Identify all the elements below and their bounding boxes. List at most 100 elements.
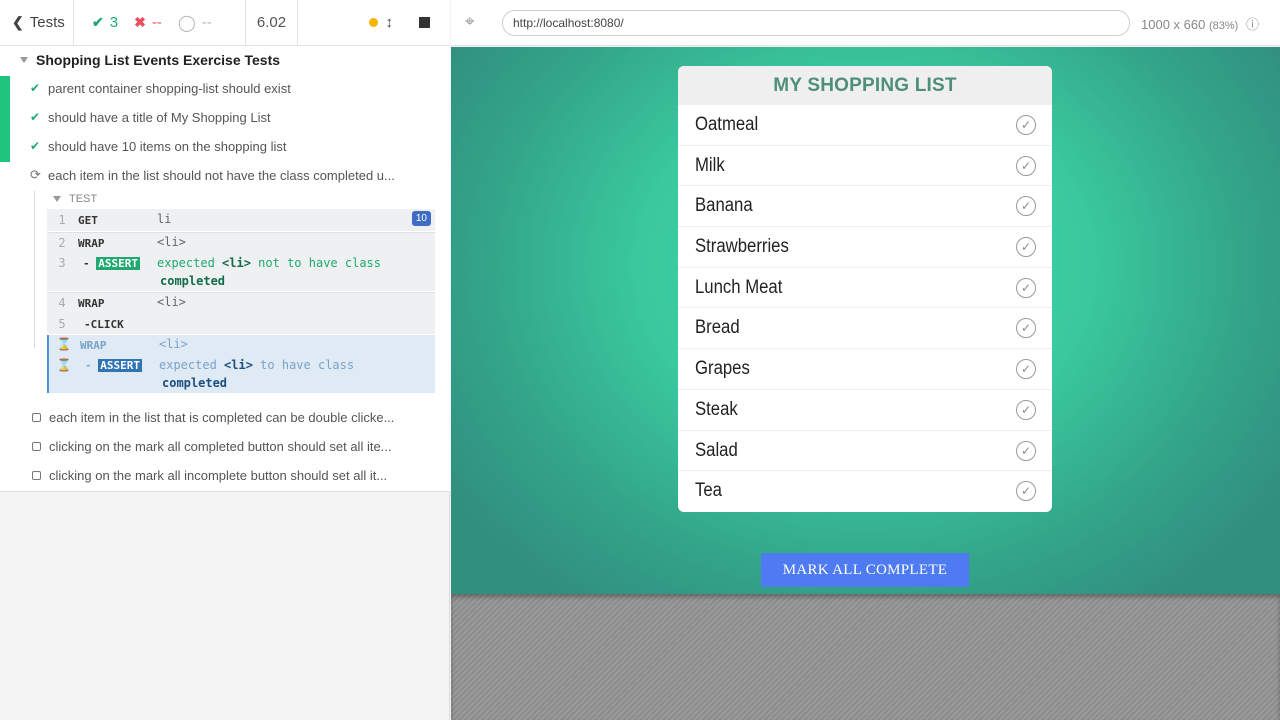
command-row[interactable]: ⌛ - ASSERT expected <li> to have class c… [49,355,435,393]
checkbox-icon [32,470,41,480]
suite-panel: Shopping List Events Exercise Tests ✔ pa… [0,46,450,492]
item-label: Strawberries [695,236,789,258]
check-circle-icon[interactable]: ✓ [1016,237,1036,258]
list-item[interactable]: Tea ✓ [678,471,1052,512]
zoom-level: (83%) [1208,20,1239,32]
list-item[interactable]: Milk ✓ [678,146,1052,187]
app-preview: MY SHOPPING LIST Oatmeal ✓ Milk ✓ Banana… [451,47,1280,594]
command-row[interactable]: ⌛ WRAP <li> [49,335,435,355]
check-circle-icon[interactable]: ✓ [1016,277,1036,298]
command-group: 2 WRAP <li> 3 - ASSERT expected <li> not… [47,232,435,291]
command-number: 1 [58,213,66,227]
check-circle-icon[interactable]: ✓ [1016,440,1036,461]
list-item[interactable]: Salad ✓ [678,431,1052,472]
command-log: TEST 1 GET li 10 2 WRAP <li> 3 - ASSERT … [34,191,435,393]
selector-playground-icon[interactable]: ⌖ [465,13,483,31]
list-item[interactable]: Strawberries ✓ [678,227,1052,268]
check-icon: ✔ [30,81,41,95]
command-row[interactable]: 4 WRAP <li> [47,293,435,314]
item-label: Salad [695,439,738,461]
item-label: Banana [695,195,753,217]
check-circle-icon[interactable]: ✓ [1016,196,1036,217]
mark-all-complete-button[interactable]: MARK ALL COMPLETE [761,553,969,587]
failed-stat: ✖ -- [134,14,162,31]
command-group: 4 WRAP <li> 5 -CLICK [47,292,435,334]
item-label: Milk [695,154,725,176]
caret-down-icon [20,57,28,63]
test-item[interactable]: clicking on the mark all incomplete butt… [30,464,387,486]
check-icon: ✔ [92,14,104,30]
check-circle-icon[interactable]: ✓ [1016,399,1036,420]
scroll-toggle-icon[interactable]: ↕ [386,14,394,31]
test-label: parent container shopping-list should ex… [48,80,291,96]
checkbox-icon [32,412,41,422]
circle-icon: ◯ [177,14,196,32]
viewport-size: 1000 x 660 (83%) ⓘ [1141,17,1259,32]
reporter-header: ❮ Tests ✔ 3 ✖ -- ◯ -- 6.02 ↕ [0,0,450,46]
command-row[interactable]: 2 WRAP <li> [47,233,435,253]
item-label: Bread [695,317,740,339]
list-item[interactable]: Banana ✓ [678,186,1052,228]
list-item[interactable]: Lunch Meat ✓ [678,268,1052,309]
x-icon: ✖ [134,14,146,30]
run-controls: ↕ [298,0,450,45]
url-field[interactable]: http://localhost:8080/ [502,10,1130,36]
test-item[interactable]: each item in the list that is completed … [30,406,394,428]
test-label: clicking on the mark all incomplete butt… [49,467,388,483]
item-label: Grapes [695,358,750,380]
list-item[interactable]: Bread ✓ [678,308,1052,350]
list-item[interactable]: Steak ✓ [678,390,1052,431]
browser-bar: ⌖ http://localhost:8080/ 1000 x 660 (83%… [451,0,1280,46]
list-item[interactable]: Grapes ✓ [678,349,1052,390]
check-circle-icon[interactable]: ✓ [1016,359,1036,380]
item-label: Tea [695,480,722,502]
chevron-left-icon: ❮ [12,14,24,30]
tests-button[interactable]: ❮ Tests [0,0,74,45]
command-row[interactable]: 5 -CLICK [47,314,435,335]
test-section-header[interactable]: TEST [53,193,97,205]
test-item[interactable]: ✔ should have 10 items on the shopping l… [30,135,287,157]
item-label: Oatmeal [695,114,759,135]
pending-stat: ◯ -- [178,13,212,33]
duration: 6.02 [246,0,298,45]
info-icon[interactable]: ⓘ [1246,17,1259,32]
check-icon: ✔ [30,110,41,124]
test-item[interactable]: ✔ should have a title of My Shopping Lis… [30,106,271,128]
test-item[interactable]: ✔ parent container shopping-list should … [30,77,291,99]
check-icon: ✔ [30,139,41,153]
tests-label: Tests [29,14,65,31]
command-message: li [157,212,172,226]
stop-button[interactable] [419,17,430,28]
test-reporter: ❮ Tests ✔ 3 ✖ -- ◯ -- 6.02 ↕ Shopping Li… [0,0,450,720]
checkbox-icon [32,441,41,451]
test-item-running[interactable]: ⟳ each item in the list should not have … [30,164,395,186]
test-label: should have 10 items on the shopping lis… [48,138,287,154]
list-item[interactable]: Oatmeal ✓ [678,105,1052,146]
check-circle-icon[interactable]: ✓ [1016,155,1036,176]
test-item[interactable]: clicking on the mark all completed butto… [30,435,392,457]
status-dot-icon: ↕ [368,14,394,31]
pass-indicator [0,76,10,162]
caret-down-icon [53,196,61,202]
passed-count: 3 [109,14,119,31]
test-label: should have a title of My Shopping List [48,109,271,125]
test-label: each item in the list that is completed … [49,409,395,425]
spinner-icon: ⌛ [56,358,72,372]
command-row[interactable]: 3 - ASSERT expected <li> not to have cla… [47,253,435,292]
element-count-badge: 10 [411,211,431,226]
shopping-list: MY SHOPPING LIST Oatmeal ✓ Milk ✓ Banana… [678,66,1052,512]
test-stats: ✔ 3 ✖ -- ◯ -- [74,0,246,45]
check-circle-icon[interactable]: ✓ [1016,115,1036,135]
item-label: Lunch Meat [695,276,783,298]
list-title: MY SHOPPING LIST [678,66,1052,105]
refresh-icon: ⟳ [30,167,41,182]
suite-title[interactable]: Shopping List Events Exercise Tests [20,52,280,68]
failed-count: -- [151,14,162,31]
test-label: clicking on the mark all completed butto… [49,438,392,454]
command-group-active: ⌛ WRAP <li> ⌛ - ASSERT expected <li> to … [47,335,435,393]
pending-count: -- [201,14,212,31]
item-label: Steak [695,398,738,420]
command-row[interactable]: 1 GET li 10 [47,209,435,231]
check-circle-icon[interactable]: ✓ [1016,318,1036,339]
check-circle-icon[interactable]: ✓ [1016,481,1036,502]
